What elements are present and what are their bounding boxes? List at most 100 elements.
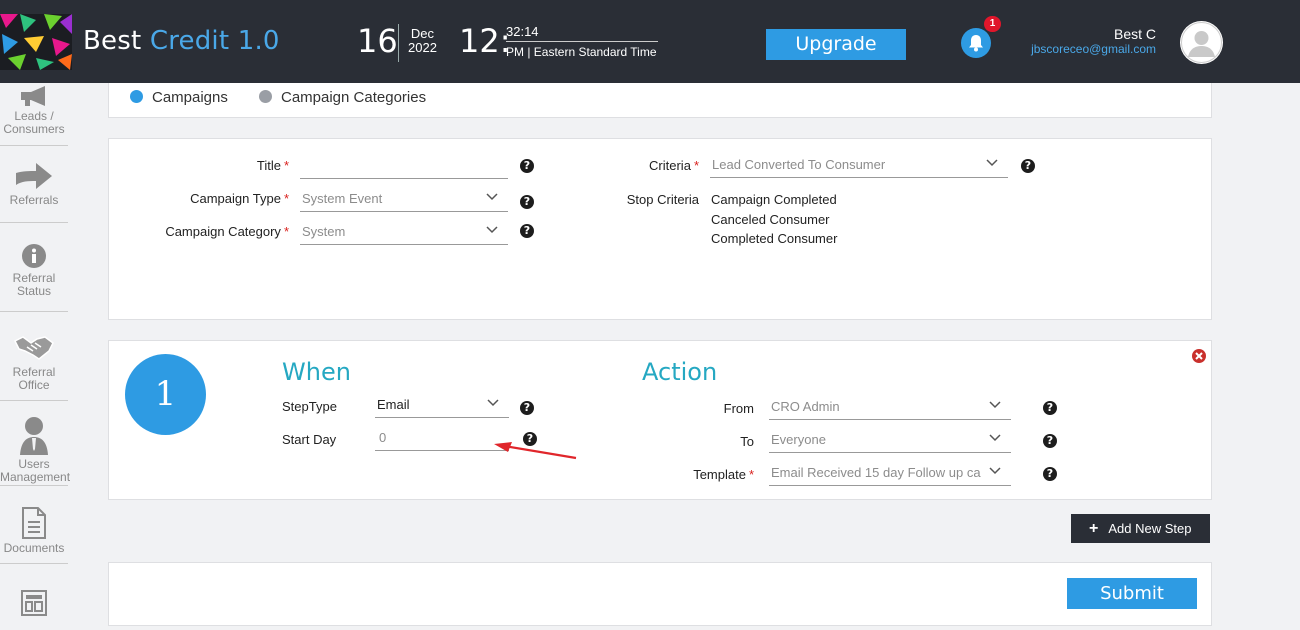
label-text: Title [256, 158, 281, 173]
sidebar-item-documents[interactable]: Documents [0, 507, 68, 555]
help-icon[interactable]: ? [1043, 401, 1057, 415]
required-mark: * [283, 224, 289, 239]
sidebar-divider [0, 311, 68, 312]
app-logo[interactable] [0, 14, 72, 70]
chevron-down-icon [989, 434, 1001, 442]
help-icon[interactable]: ? [520, 224, 534, 238]
help-icon[interactable]: ? [1043, 434, 1057, 448]
plus-icon: + [1089, 520, 1099, 537]
user-icon [20, 417, 48, 455]
time-divider [506, 41, 658, 42]
chevron-down-icon [989, 401, 1001, 409]
start-day-input[interactable]: 0 [375, 425, 509, 451]
campaign-form: Title * ? Campaign Type * System Event ? C… [108, 138, 1212, 320]
sidebar-divider [0, 222, 68, 223]
sidebar-item-label: Consumers [3, 122, 65, 136]
handshake-icon [13, 336, 54, 360]
sidebar-item-layout[interactable] [0, 589, 68, 620]
tab-inactive-dot [259, 90, 272, 103]
sidebar-item-users-management[interactable]: Users Management [0, 415, 71, 484]
campaign-type-label: Campaign Type * [149, 191, 289, 206]
required-mark: * [283, 191, 289, 206]
stop-criteria-item: Completed Consumer [711, 231, 838, 246]
tab-active-dot [130, 90, 143, 103]
document-icon [22, 507, 46, 539]
required-mark: * [283, 158, 289, 173]
to-label: To [740, 434, 754, 449]
help-icon[interactable]: ? [520, 401, 534, 415]
sidebar-item-referral-office[interactable]: Referral Office [0, 333, 68, 392]
campaign-step: 1 When Action StepType Email ? Start Day… [108, 340, 1212, 500]
start-day-label: Start Day [282, 432, 337, 447]
select-value: Email [377, 397, 410, 412]
title-label: Title * [159, 158, 289, 173]
stop-criteria-label: Stop Criteria [626, 192, 699, 207]
upgrade-button[interactable]: Upgrade [766, 29, 906, 60]
label-text: Campaign Type [190, 191, 281, 206]
chevron-down-icon [486, 193, 498, 201]
sidebar-item-referrals[interactable]: Referrals [0, 161, 68, 207]
time-minute-second: 32:14 [506, 24, 539, 39]
help-icon[interactable]: ? [1021, 159, 1035, 173]
criteria-label: Criteria * [589, 158, 699, 173]
template-select[interactable]: Email Received 15 day Follow up ca [769, 460, 1011, 486]
user-email[interactable]: jbscoreceo@gmail.com [1020, 42, 1156, 56]
campaign-category-select[interactable]: System [300, 219, 508, 245]
required-mark: * [693, 158, 699, 173]
avatar[interactable] [1180, 21, 1223, 64]
to-select[interactable]: Everyone [769, 427, 1011, 453]
remove-step-button[interactable] [1192, 349, 1206, 363]
criteria-select[interactable]: Lead Converted To Consumer [710, 152, 1008, 178]
step-type-label: StepType [282, 399, 337, 414]
help-icon[interactable]: ? [520, 159, 534, 173]
help-icon[interactable]: ? [1043, 467, 1057, 481]
close-icon [1195, 352, 1203, 360]
top-bar: Best Credit 1.0 16 Dec 2022 12: 32:14 PM… [0, 0, 1300, 83]
select-value: Lead Converted To Consumer [712, 157, 886, 172]
sidebar-divider [0, 145, 68, 146]
time-hour: 12: [459, 22, 511, 60]
tab-label: Campaign Categories [281, 89, 427, 106]
step-number-badge: 1 [125, 354, 206, 435]
time-zone: PM | Eastern Standard Time [506, 45, 657, 59]
campaign-tabs: Campaigns Campaign Categories [108, 83, 1212, 118]
action-heading: Action [642, 358, 718, 386]
submit-button[interactable]: Submit [1067, 578, 1197, 609]
when-heading: When [282, 358, 351, 386]
submit-section: Submit [108, 562, 1212, 626]
date-month-year: Dec 2022 [408, 27, 437, 55]
date-year: 2022 [408, 40, 437, 55]
help-icon[interactable]: ? [520, 195, 534, 209]
layout-icon [21, 590, 47, 616]
sidebar: Leads / Consumers Referrals Referral Sta… [0, 83, 71, 630]
sidebar-item-label: Referrals [9, 193, 59, 207]
step-type-select[interactable]: Email [375, 392, 509, 418]
sidebar-item-label: Management [0, 470, 71, 484]
campaign-type-select[interactable]: System Event [300, 186, 508, 212]
select-value: System Event [302, 191, 383, 206]
chevron-down-icon [989, 467, 1001, 475]
from-select[interactable]: CRO Admin [769, 394, 1011, 420]
campaign-category-label: Campaign Category * [129, 224, 289, 239]
add-new-step-button[interactable]: + Add New Step [1071, 514, 1210, 543]
chevron-down-icon [486, 226, 498, 234]
date-day: 16 [357, 22, 398, 60]
sidebar-item-referral-status[interactable]: Referral Status [0, 243, 68, 298]
info-icon [22, 244, 46, 268]
title-input[interactable] [300, 153, 508, 179]
tab-campaign-categories[interactable]: Campaign Categories [259, 89, 426, 106]
brand-main: Best [83, 26, 150, 56]
tab-campaigns[interactable]: Campaigns [130, 89, 228, 106]
user-avatar-icon [1181, 22, 1222, 63]
sidebar-divider [0, 485, 68, 486]
bell-icon [969, 35, 983, 52]
stop-criteria-item: Canceled Consumer [711, 212, 830, 227]
annotation-arrow [494, 442, 577, 460]
tab-label: Campaigns [152, 89, 228, 106]
user-name[interactable]: Best C [1030, 26, 1156, 42]
sidebar-item-leads[interactable]: Leads / Consumers [0, 85, 68, 136]
sidebar-divider [0, 563, 68, 564]
sidebar-item-label: Documents [3, 541, 65, 555]
notifications-button[interactable] [961, 28, 991, 58]
stop-criteria-item: Campaign Completed [711, 192, 837, 207]
